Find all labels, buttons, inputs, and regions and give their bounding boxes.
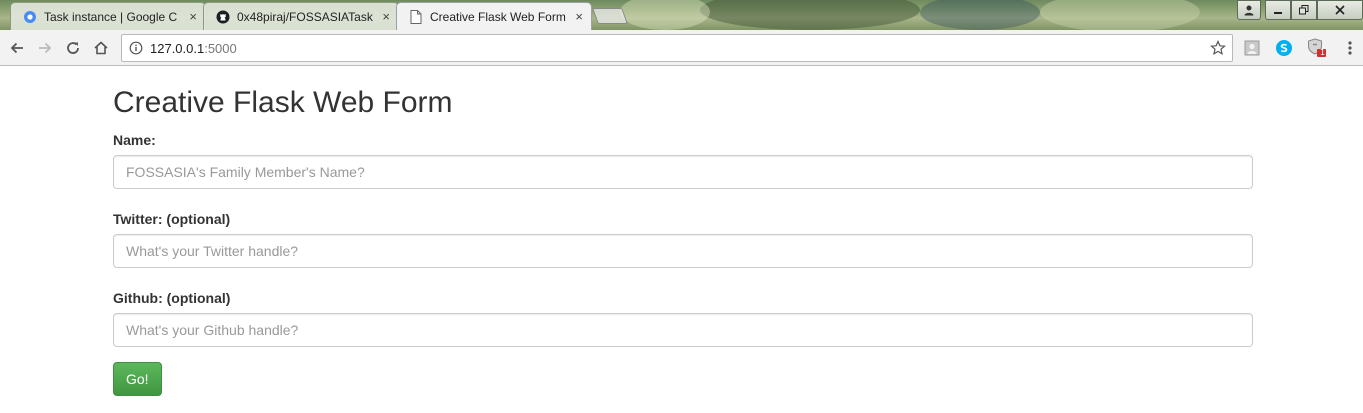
close-window-button[interactable] xyxy=(1317,0,1363,20)
reload-icon[interactable] xyxy=(62,37,84,59)
twitter-label: Twitter: (optional) xyxy=(113,211,231,227)
window-controls xyxy=(1237,0,1363,20)
tab-title: Creative Flask Web Form xyxy=(430,9,566,24)
submit-button[interactable]: Go! xyxy=(113,362,162,396)
browser-toolbar: 127.0.0.1:5000 1 xyxy=(0,30,1363,66)
tab-github[interactable]: 0x48piraj/FOSSASIATask × xyxy=(203,2,399,30)
close-icon[interactable]: × xyxy=(382,9,390,24)
close-icon[interactable]: × xyxy=(575,9,583,24)
page-content: Creative Flask Web Form Name: Twitter: (… xyxy=(113,67,1253,396)
page-icon xyxy=(409,9,423,24)
forward-icon[interactable] xyxy=(34,37,56,59)
address-bar[interactable]: 127.0.0.1:5000 xyxy=(121,34,1233,62)
name-label: Name: xyxy=(113,132,156,148)
home-icon[interactable] xyxy=(90,37,112,59)
github-input[interactable] xyxy=(113,313,1253,347)
bookmark-star-icon[interactable] xyxy=(1204,40,1232,56)
menu-icon[interactable] xyxy=(1340,38,1360,58)
name-group: Name: xyxy=(113,130,1253,189)
url-host: 127.0.0.1 xyxy=(150,40,205,56)
info-icon[interactable] xyxy=(122,35,150,61)
shield-extension-icon[interactable]: 1 xyxy=(1307,38,1327,58)
url-port: :5000 xyxy=(204,40,237,56)
profile-icon[interactable] xyxy=(1237,0,1261,20)
tab-strip: Task instance | Google C × 0x48piraj/FOS… xyxy=(0,0,1363,30)
twitter-group: Twitter: (optional) xyxy=(113,209,1253,268)
restore-button[interactable] xyxy=(1291,0,1317,20)
github-group: Github: (optional) xyxy=(113,288,1253,347)
page-title: Creative Flask Web Form xyxy=(113,86,453,119)
name-input[interactable] xyxy=(113,155,1253,189)
back-icon[interactable] xyxy=(6,37,28,59)
tab-task-instance[interactable]: Task instance | Google C × xyxy=(10,2,206,30)
extension-badge: 1 xyxy=(1320,48,1326,57)
tab-title: Task instance | Google C xyxy=(44,9,178,24)
github-label: Github: (optional) xyxy=(113,290,231,306)
close-icon[interactable]: × xyxy=(189,9,197,24)
github-icon xyxy=(216,10,230,24)
minimize-button[interactable] xyxy=(1265,0,1291,20)
url-text: 127.0.0.1:5000 xyxy=(150,41,1204,56)
tab-title: 0x48piraj/FOSSASIATask xyxy=(237,9,373,24)
new-tab-button[interactable] xyxy=(592,8,628,24)
tab-creative-flask[interactable]: Creative Flask Web Form × xyxy=(396,2,592,30)
gear-icon xyxy=(23,10,37,24)
twitter-input[interactable] xyxy=(113,234,1253,268)
skype-icon[interactable] xyxy=(1274,38,1294,58)
extension-profile-icon[interactable] xyxy=(1242,38,1262,58)
